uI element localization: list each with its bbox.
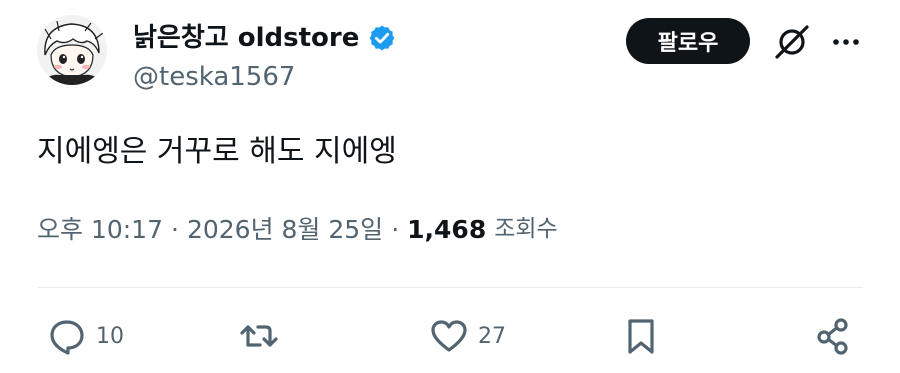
verified-badge-icon[interactable] (367, 23, 397, 53)
reply-icon (50, 320, 84, 355)
follow-button[interactable]: 팔로우 (626, 18, 750, 64)
meta-separator: · (391, 215, 400, 244)
tweet-text: 지에엥은 거꾸로 해도 지에엥 (37, 134, 397, 169)
anime-avatar-icon (37, 15, 107, 85)
tweet-meta: 오후 10:17 · 2026년 8월 25일 · 1,468 조회수 (37, 215, 558, 245)
author-name-row: 낡은창고 oldstore (133, 20, 397, 56)
like-button[interactable]: 27 (428, 314, 506, 358)
like-count: 27 (478, 323, 506, 349)
author-handle[interactable]: @teska1567 (133, 62, 295, 93)
share-button[interactable] (812, 314, 854, 358)
views-count: 1,468 (407, 215, 487, 244)
retweet-button[interactable] (238, 314, 288, 358)
bookmark-button[interactable] (620, 314, 662, 358)
grok-icon[interactable] (772, 22, 812, 62)
tweet-time[interactable]: 오후 10:17 (37, 215, 163, 245)
author-display-name[interactable]: 낡은창고 oldstore (133, 25, 359, 51)
views-label: 조회수 (494, 216, 558, 243)
heart-icon (431, 320, 467, 352)
retweet-icon (240, 325, 278, 347)
avatar[interactable] (37, 15, 107, 85)
tweet-date[interactable]: 2026년 8월 25일 (187, 215, 383, 245)
divider (37, 287, 863, 288)
reply-count: 10 (96, 323, 124, 349)
more-icon[interactable] (826, 22, 866, 62)
reply-button[interactable]: 10 (46, 314, 124, 358)
meta-separator: · (171, 215, 179, 244)
bookmark-icon (628, 319, 654, 354)
share-icon (817, 318, 848, 355)
